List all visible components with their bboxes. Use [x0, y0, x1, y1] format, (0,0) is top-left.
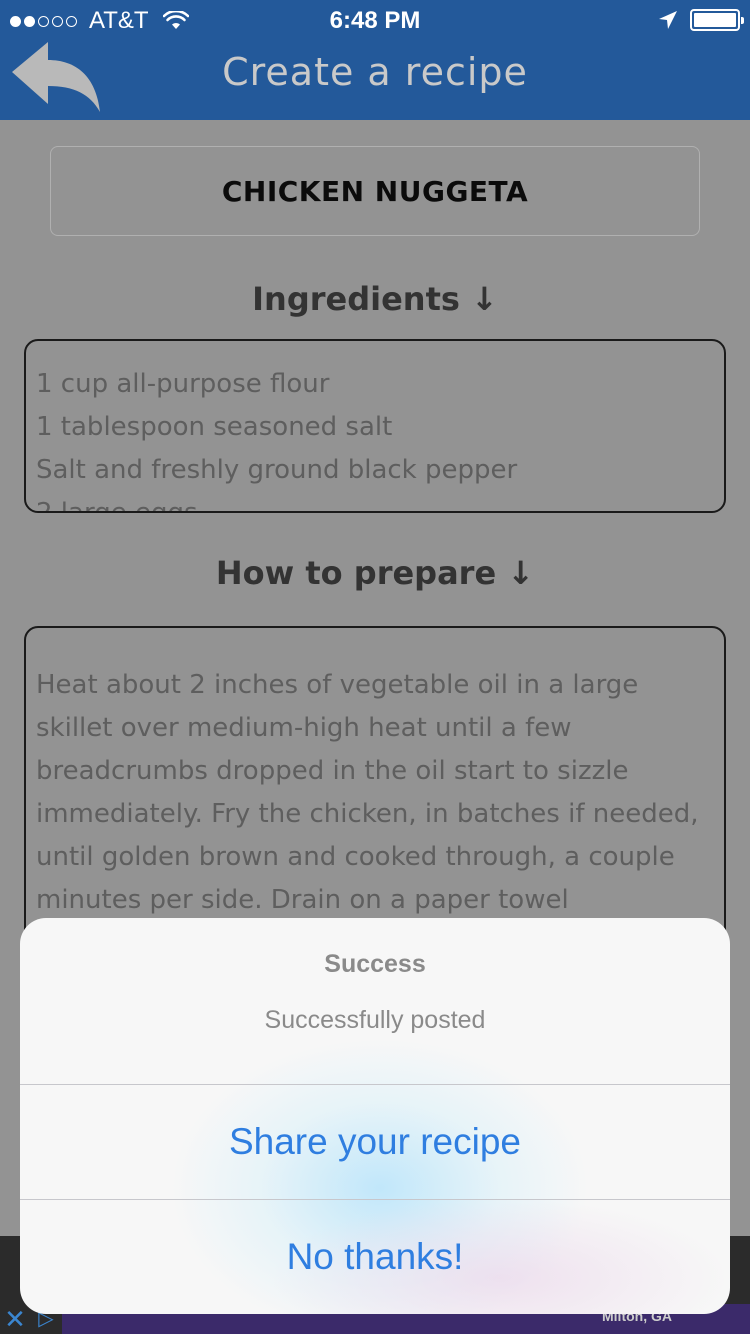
battery-level [694, 13, 736, 27]
alert-title: Success [324, 950, 426, 978]
success-alert: Success Successfully posted Share your r… [20, 918, 730, 1314]
ingredients-heading: Ingredients ↓ [252, 280, 498, 318]
battery-icon [690, 9, 744, 31]
status-bar: AT&T 6:48 PM [0, 0, 750, 40]
ingredient-line: Salt and freshly ground black pepper [36, 455, 518, 485]
instructions-text: Heat about 2 inches of vegetable oil in … [36, 670, 699, 915]
recipe-name-field[interactable]: CHICKEN NUGGETA [50, 146, 700, 236]
navigation-bar: AT&T 6:48 PM Create a recipe [0, 0, 750, 120]
status-right [658, 9, 744, 31]
ingredient-line: 1 cup all-purpose flour [36, 369, 330, 399]
instructions-textarea[interactable]: Heat about 2 inches of vegetable oil in … [24, 626, 726, 956]
ingredient-line: 1 tablespoon seasoned salt [36, 412, 393, 442]
prepare-heading: How to prepare ↓ [215, 554, 535, 592]
no-thanks-button[interactable]: No thanks! [20, 1200, 730, 1314]
ingredients-textarea[interactable]: 1 cup all-purpose flour 1 tablespoon sea… [24, 339, 726, 513]
page-title: Create a recipe [222, 50, 528, 94]
ingredient-line: 2 large eggs [36, 498, 198, 513]
share-recipe-button[interactable]: Share your recipe [20, 1085, 730, 1199]
alert-message: Successfully posted [264, 1006, 486, 1034]
status-time: 6:48 PM [329, 7, 421, 34]
location-arrow-icon [659, 11, 677, 29]
